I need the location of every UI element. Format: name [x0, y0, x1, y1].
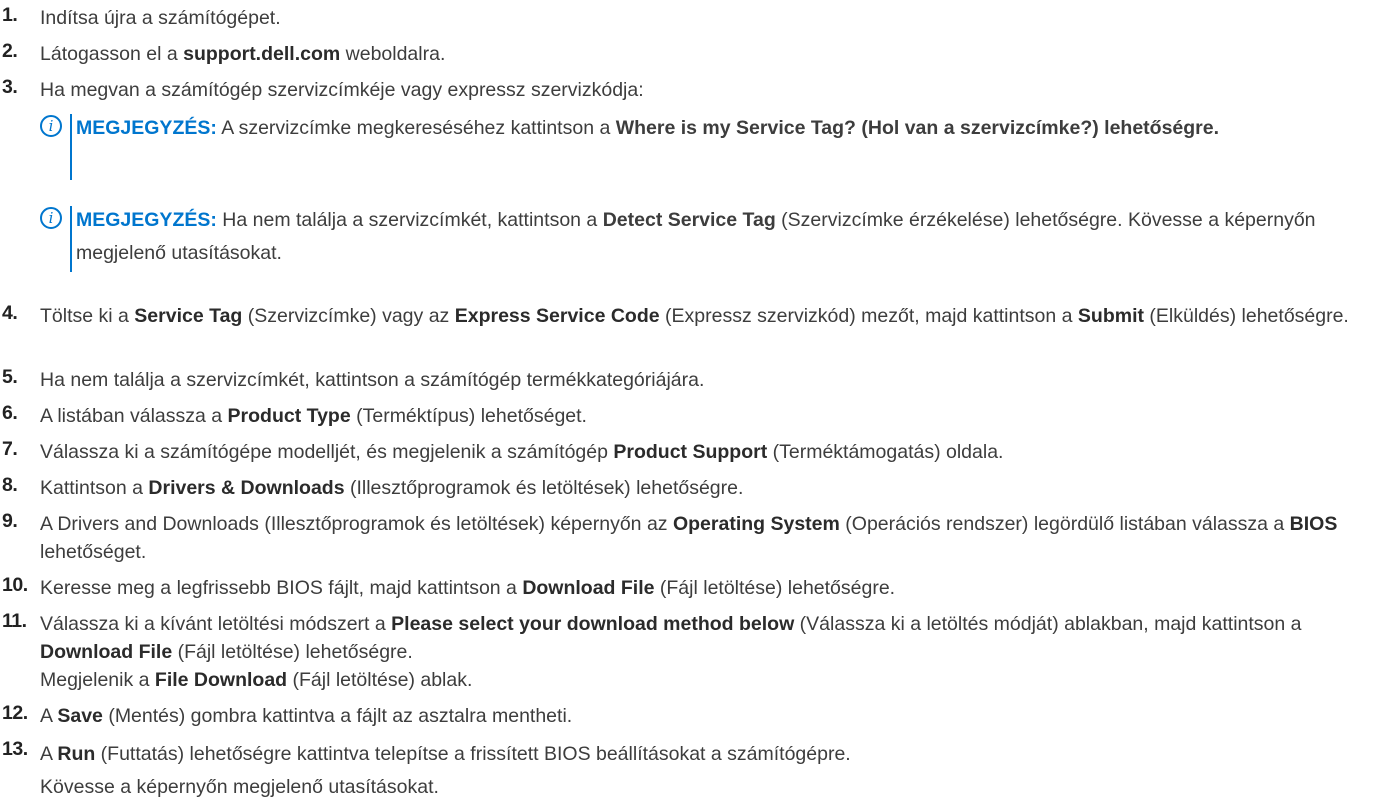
text-run: Megjelenik a	[40, 669, 155, 691]
step-text: Kattintson a Drivers & Downloads (Illesz…	[40, 474, 1377, 502]
bold-term: Product Support	[613, 441, 768, 463]
text-run: A Drivers and Downloads (Illesztőprogram…	[40, 513, 673, 535]
text-run: A listában válassza a	[40, 405, 228, 427]
text-run: A	[40, 743, 58, 765]
bold-term: File Download	[154, 669, 288, 691]
text-run: (Fájl letöltése) lehetőségre.	[172, 641, 413, 663]
step-text: Ha megvan a számítógép szervizcímkéje va…	[40, 76, 1377, 104]
text-run: Ha nem találja a szervizcímkét, kattints…	[216, 209, 603, 231]
text-run: A	[40, 705, 58, 727]
text-run: A szervizcímke megkereséséhez kattintson…	[216, 117, 616, 139]
note-box: i MEGJEGYZÉS: A szervizcímke megkeresésé…	[40, 112, 1377, 182]
step-text: Keresse meg a legfrissebb BIOS fájlt, ma…	[40, 574, 1377, 602]
step-text: A listában válassza a Product Type (Term…	[40, 402, 1377, 430]
step-text: Indítsa újra a számítógépet.	[40, 4, 1377, 32]
step-number: 5.	[2, 366, 18, 388]
bold-term: Run	[57, 743, 96, 765]
step-number: 8.	[2, 474, 18, 496]
step-number: 1.	[2, 4, 18, 26]
text-run: (Terméktámogatás) oldala.	[767, 441, 1004, 463]
bold-term: Product Type	[227, 405, 351, 427]
note-bar	[70, 206, 72, 272]
bold-term: Submit	[1077, 305, 1144, 327]
text-run: Ha nem találja a szervizcímkét, kattints…	[40, 369, 705, 391]
text-run: (Fájl letöltése) ablak.	[287, 669, 473, 691]
bold-term: support.dell.com	[183, 43, 341, 65]
text-run: Ha megvan a számítógép szervizcímkéje va…	[40, 79, 644, 101]
text-run: Töltse ki a	[40, 305, 135, 327]
step-text: Látogasson el a support.dell.com webolda…	[40, 40, 1377, 68]
note-label: MEGJEGYZÉS:	[76, 209, 217, 231]
text-run: (Expressz szervizkód) mezőt, majd kattin…	[659, 305, 1078, 327]
bold-term: Where is my Service Tag? (Hol van a szer…	[615, 117, 1220, 139]
bold-term: Express Service Code	[454, 305, 660, 327]
step-number: 7.	[2, 438, 18, 460]
text-run: (Futtatás) lehetőségre kattintva telepít…	[95, 743, 851, 765]
note-box: i MEGJEGYZÉS: Ha nem találja a szervizcí…	[40, 204, 1377, 274]
bold-term: Save	[57, 705, 103, 727]
step-number: 11.	[2, 610, 27, 632]
step-number: 4.	[2, 302, 18, 324]
step-main-text: A Run (Futtatás) lehetőségre kattintva t…	[40, 738, 1377, 771]
step-number: 2.	[2, 40, 18, 62]
step-number: 10.	[2, 574, 28, 596]
text-run: (Szervizcímke) vagy az	[242, 305, 455, 327]
text-run: Keresse meg a legfrissebb BIOS fájlt, ma…	[40, 577, 523, 599]
text-run: Válassza ki a számítógépe modelljét, és …	[40, 441, 614, 463]
note-body: A szervizcímke megkereséséhez kattintson…	[217, 117, 1219, 139]
note-body: Ha nem találja a szervizcímkét, kattints…	[76, 209, 1316, 264]
text-run: (Válassza ki a letöltés módját) ablakban…	[794, 613, 1302, 635]
text-run: (Terméktípus) lehetőséget.	[350, 405, 587, 427]
bold-term: Detect Service Tag	[602, 209, 776, 231]
text-run: Kattintson a	[40, 477, 149, 499]
text-run: (Fájl letöltése) lehetőségre.	[654, 577, 896, 599]
step-number: 9.	[2, 510, 18, 532]
info-icon: i	[40, 207, 62, 229]
step-text: Ha nem találja a szervizcímkét, kattints…	[40, 366, 1377, 394]
note-label: MEGJEGYZÉS:	[76, 117, 217, 139]
text-run: (Mentés) gombra kattintva a fájlt az asz…	[102, 705, 573, 727]
step-extra-text: Megjelenik a File Download (Fájl letölté…	[40, 666, 1377, 694]
bold-term: Operating System	[672, 513, 840, 535]
note-bar	[70, 114, 72, 180]
text-run: weboldalra.	[340, 43, 446, 65]
bold-term: Download File	[522, 577, 655, 599]
step-number: 6.	[2, 402, 18, 424]
text-run: (Operációs rendszer) legördülő listában …	[839, 513, 1290, 535]
step-text: A Save (Mentés) gombra kattintva a fájlt…	[40, 702, 1377, 730]
step-text: A Run (Futtatás) lehetőségre kattintva t…	[40, 738, 1377, 804]
step-main-text: Válassza ki a kívánt letöltési módszert …	[40, 610, 1377, 666]
text-run: lehetőséget.	[40, 541, 147, 563]
bold-term: BIOS	[1289, 513, 1338, 535]
text-run: Kövesse a képernyőn megjelenő utasítások…	[40, 776, 439, 798]
bold-term: Please select your download method below	[391, 613, 795, 635]
bold-term: Drivers & Downloads	[148, 477, 345, 499]
text-run: Válassza ki a kívánt letöltési módszert …	[40, 613, 392, 635]
step-number: 3.	[2, 76, 18, 98]
text-run: (Elküldés) lehetőségre.	[1144, 305, 1349, 327]
step-number: 13.	[2, 738, 28, 760]
note-text: MEGJEGYZÉS: Ha nem találja a szervizcímk…	[76, 204, 1377, 270]
step-text: A Drivers and Downloads (Illesztőprogram…	[40, 510, 1377, 566]
step-text: Válassza ki a számítógépe modelljét, és …	[40, 438, 1377, 466]
text-run: Látogasson el a	[40, 43, 184, 65]
note-text: MEGJEGYZÉS: A szervizcímke megkereséséhe…	[76, 112, 1377, 145]
step-text: Válassza ki a kívánt letöltési módszert …	[40, 610, 1377, 694]
info-icon: i	[40, 115, 62, 137]
step-number: 12.	[2, 702, 28, 724]
step-text: Töltse ki a Service Tag (Szervizcímke) v…	[40, 302, 1377, 330]
bold-term: Service Tag	[134, 305, 243, 327]
text-run: (Illesztőprogramok és letöltések) lehető…	[344, 477, 744, 499]
text-run: Indítsa újra a számítógépet.	[40, 7, 281, 29]
step-extra-text: Kövesse a képernyőn megjelenő utasítások…	[40, 771, 1377, 804]
bold-term: Download File	[40, 641, 173, 663]
